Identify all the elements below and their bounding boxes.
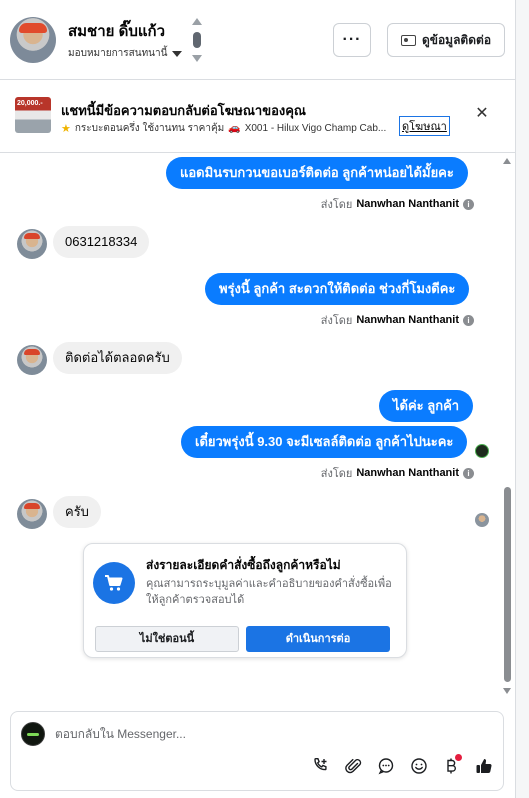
conversation-header: สมชาย ดิ๊บแก้ว มอบหมายการสนทนานี้ ··· ดู…	[0, 0, 516, 80]
info-icon[interactable]: i	[463, 467, 474, 479]
message-bubble-outgoing[interactable]: ได้ค่ะ ลูกค้า	[379, 390, 474, 422]
conversation-panel: สมชาย ดิ๊บแก้ว มอบหมายการสนทนานี้ ··· ดู…	[0, 0, 516, 798]
star-icon: ★	[61, 123, 71, 135]
scrollbar-thumb[interactable]	[504, 487, 511, 682]
order-details-prompt: ส่งรายละเอียดคำสั่งซื้อถึงลูกค้าหรือไม่ …	[83, 543, 407, 658]
view-ad-link[interactable]: ดูโฆษณา	[399, 116, 450, 136]
order-prompt-description: คุณสามารถระบุมูลค่าและคำอธิบายของคำสั่งซ…	[146, 578, 392, 606]
sent-by-label: ส่งโดย Nanwhan Nanthanit i	[321, 311, 474, 329]
avatar[interactable]	[17, 345, 47, 375]
not-now-button[interactable]: ไม่ใช่ตอนนี้	[95, 626, 239, 652]
chat-bubble-icon[interactable]	[376, 756, 396, 776]
phone-plus-icon[interactable]	[311, 756, 331, 776]
ad-thumbnail[interactable]: 20,000.-	[15, 97, 51, 133]
thumbs-up-icon[interactable]	[474, 756, 494, 776]
ad-name: X001 - Hilux Vigo Champ Cab...	[244, 123, 387, 134]
arrow-down-icon[interactable]	[192, 55, 202, 62]
ad-banner-subtitle: ★ กระบะตอนครึ่ง ใช้งานทน ราคาคุ้ม 🚗 X001…	[61, 121, 401, 136]
info-icon[interactable]: i	[463, 198, 474, 210]
seen-avatar-icon	[475, 444, 489, 458]
avatar[interactable]	[10, 17, 56, 63]
shopping-cart-icon	[93, 562, 135, 604]
message-composer	[10, 711, 504, 791]
chevron-down-icon	[172, 50, 183, 57]
seen-avatar-icon	[475, 513, 489, 527]
ad-reply-banner: 20,000.- แชทนี้มีข้อความตอบกลับต่อโฆษณาข…	[0, 80, 516, 153]
assign-label: มอบหมายการสนทนานี้	[68, 48, 168, 59]
avatar[interactable]	[17, 499, 47, 529]
baht-icon[interactable]	[441, 754, 462, 776]
sent-by-prefix: ส่งโดย	[320, 315, 353, 327]
message-thread: แอดมินรบกวนขอเบอร์ติดต่อ ลูกค้าหน่อยได้ม…	[0, 153, 516, 703]
stepper-handle[interactable]	[193, 32, 201, 48]
more-options-button[interactable]: ···	[333, 23, 371, 57]
page-avatar	[21, 722, 45, 746]
message-bubble-incoming[interactable]: ครับ	[53, 496, 101, 528]
notification-dot	[455, 754, 462, 761]
ad-thumbnail-price: 20,000.-	[17, 100, 43, 107]
conversation-scroll-stepper[interactable]	[190, 18, 204, 64]
message-bubble-outgoing[interactable]: พรุ่งนี้ ลูกค้า สะดวกให้ติดต่อ ช่วงกี่โม…	[205, 273, 470, 305]
sender-name: Nanwhan Nanthanit	[356, 198, 459, 210]
scroll-down-icon[interactable]	[503, 688, 511, 694]
contact-name[interactable]: สมชาย ดิ๊บแก้ว	[68, 19, 165, 43]
more-dots-icon: ···	[342, 31, 362, 48]
view-contact-label: ดูข้อมูลติดต่อ	[421, 32, 492, 47]
scroll-up-icon[interactable]	[503, 158, 511, 164]
sent-by-prefix: ส่งโดย	[320, 468, 353, 480]
ad-banner-title: แชทนี้มีข้อความตอบกลับต่อโฆษณาของคุณ	[61, 103, 306, 118]
sent-by-label: ส่งโดย Nanwhan Nanthanit i	[321, 464, 474, 482]
sent-by-label: ส่งโดย Nanwhan Nanthanit i	[321, 195, 474, 213]
order-prompt-title: ส่งรายละเอียดคำสั่งซื้อถึงลูกค้าหรือไม่	[146, 558, 341, 572]
info-icon[interactable]: i	[463, 314, 474, 326]
paperclip-icon[interactable]	[344, 756, 364, 776]
avatar[interactable]	[17, 229, 47, 259]
page-scrollbar[interactable]	[516, 0, 529, 798]
car-icon: 🚗	[228, 123, 241, 134]
sent-by-prefix: ส่งโดย	[320, 199, 353, 211]
message-bubble-outgoing[interactable]: เดี๋ยวพรุ่งนี้ 9.30 จะมีเซลล์ติดต่อ ลูกค…	[181, 426, 468, 458]
message-bubble-incoming[interactable]: 0631218334	[53, 226, 150, 258]
reply-input[interactable]	[55, 724, 485, 744]
message-bubble-incoming[interactable]: ติดต่อได้ตลอดครับ	[53, 342, 182, 374]
assign-conversation-dropdown[interactable]: มอบหมายการสนทนานี้	[68, 46, 183, 61]
message-bubble-outgoing[interactable]: แอดมินรบกวนขอเบอร์ติดต่อ ลูกค้าหน่อยได้ม…	[166, 157, 468, 189]
emoji-icon[interactable]	[409, 756, 429, 776]
sender-name: Nanwhan Nanthanit	[356, 314, 459, 326]
thread-scrollbar[interactable]	[503, 155, 512, 700]
ad-caption: กระบะตอนครึ่ง ใช้งานทน ราคาคุ้ม	[74, 123, 225, 134]
proceed-button[interactable]: ดำเนินการต่อ	[246, 626, 390, 652]
contact-card-icon	[400, 34, 416, 46]
close-icon[interactable]: ✕	[474, 106, 490, 122]
sender-name: Nanwhan Nanthanit	[356, 467, 459, 479]
view-contact-button[interactable]: ดูข้อมูลติดต่อ	[387, 23, 505, 57]
arrow-up-icon[interactable]	[192, 18, 202, 25]
